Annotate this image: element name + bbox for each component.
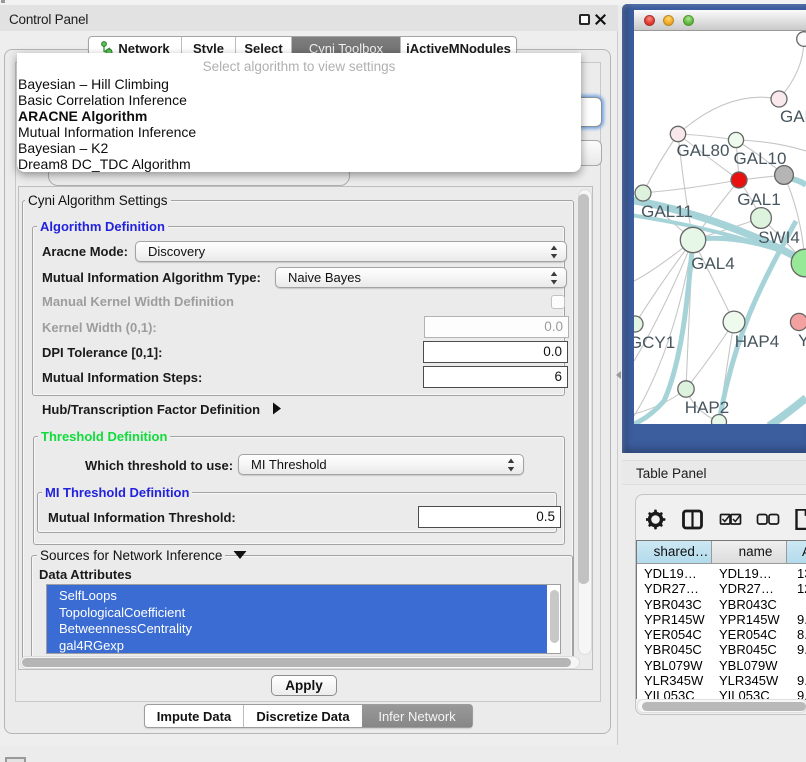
svg-text:SWI4: SWI4 bbox=[758, 228, 800, 247]
svg-text:GAL4: GAL4 bbox=[691, 254, 734, 273]
svg-text:GAL1: GAL1 bbox=[737, 190, 780, 209]
svg-text:GAL80: GAL80 bbox=[677, 141, 730, 160]
svg-text:GCY1: GCY1 bbox=[634, 333, 675, 352]
svg-text:GAL11: GAL11 bbox=[641, 202, 693, 221]
svg-text:YD: YD bbox=[798, 331, 806, 350]
svg-text:HAP4: HAP4 bbox=[735, 332, 779, 351]
svg-text:GAL10: GAL10 bbox=[734, 149, 787, 168]
svg-text:GAL2: GAL2 bbox=[780, 107, 806, 126]
svg-text:HAP2: HAP2 bbox=[685, 398, 729, 417]
